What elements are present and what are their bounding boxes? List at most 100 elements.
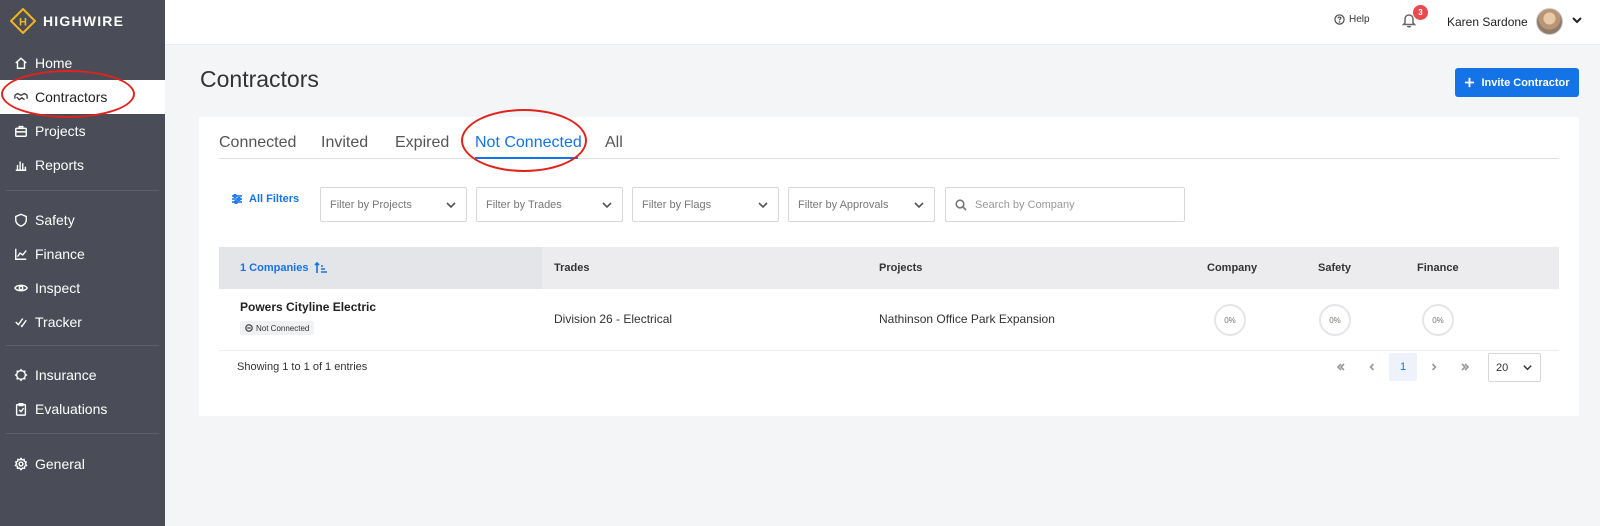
table-row: Powers Cityline Electric Not Connected D… <box>219 289 1559 351</box>
highwire-logo-icon: H <box>10 8 36 34</box>
sidebar-item-label: Reports <box>35 157 85 173</box>
umbrella-icon <box>14 368 28 382</box>
first-page-button[interactable] <box>1327 353 1355 381</box>
notifications-button[interactable]: 3 <box>1401 5 1428 32</box>
chevron-left-icon <box>1369 363 1375 371</box>
tab-connected[interactable]: Connected <box>219 134 296 152</box>
page-size-select[interactable]: 20 <box>1488 353 1541 382</box>
filter-trades-select[interactable]: Filter by Trades <box>476 187 623 222</box>
chevron-down-icon <box>914 201 924 208</box>
safety-score: 0% <box>1319 304 1351 336</box>
sidebar-item-label: Inspect <box>35 280 81 296</box>
projects-column-header[interactable]: Projects <box>879 262 922 274</box>
status-badge-label: Not Connected <box>256 323 310 333</box>
showing-entries-text: Showing 1 to 1 of 1 entries <box>237 361 368 373</box>
chevrons-left-icon <box>1336 363 1345 371</box>
chevron-down-icon <box>1523 365 1532 371</box>
chevron-right-icon <box>1431 363 1437 371</box>
safety-column-header[interactable]: Safety <box>1318 262 1351 274</box>
tab-invited[interactable]: Invited <box>321 134 368 152</box>
finance-column-header[interactable]: Finance <box>1417 262 1459 274</box>
all-filters-label: All Filters <box>249 193 300 205</box>
sidebar-item-inspect[interactable]: Inspect <box>0 271 165 305</box>
tab-expired[interactable]: Expired <box>395 134 449 152</box>
trades-cell: Division 26 - Electrical <box>554 312 673 326</box>
companies-sort-header[interactable]: 1 Companies <box>240 262 328 274</box>
user-menu[interactable]: Karen Sardone <box>1447 8 1583 35</box>
sidebar-item-reports[interactable]: Reports <box>0 148 165 182</box>
search-icon <box>955 198 967 211</box>
user-name: Karen Sardone <box>1447 14 1528 29</box>
finance-score: 0% <box>1422 304 1454 336</box>
plus-icon <box>1465 77 1475 88</box>
brand-logo[interactable]: H HIGHWIRE <box>10 8 124 34</box>
trades-column-header[interactable]: Trades <box>554 262 589 274</box>
chevron-down-icon <box>758 201 768 208</box>
sidebar-item-projects[interactable]: Projects <box>0 114 165 148</box>
sidebar-item-home[interactable]: Home <box>0 46 165 80</box>
briefcase-icon <box>14 124 28 138</box>
eye-icon <box>14 281 28 295</box>
previous-page-button[interactable] <box>1358 353 1386 381</box>
sidebar-item-tracker[interactable]: Tracker <box>0 305 165 339</box>
gear-icon <box>14 457 28 471</box>
sidebar-item-safety[interactable]: Safety <box>0 203 165 237</box>
company-score: 0% <box>1214 304 1246 336</box>
company-search-input[interactable] <box>975 198 1175 211</box>
sidebar-item-label: Finance <box>35 246 85 262</box>
filter-approvals-select[interactable]: Filter by Approvals <box>788 187 935 222</box>
chevron-down-icon <box>446 201 456 208</box>
sidebar-item-label: Insurance <box>35 367 97 383</box>
filter-projects-select[interactable]: Filter by Projects <box>320 187 467 222</box>
tab-not-connected[interactable]: Not Connected <box>475 134 582 152</box>
shield-icon <box>14 213 28 227</box>
company-name-link[interactable]: Powers Cityline Electric <box>240 300 376 314</box>
sidebar-item-label: Home <box>35 55 73 71</box>
table-header: 1 Companies Trades Projects Company Safe… <box>219 247 1559 289</box>
sidebar-divider <box>6 345 159 346</box>
companies-column-label: 1 Companies <box>240 262 309 274</box>
minus-circle-icon <box>245 324 253 332</box>
company-column-header[interactable]: Company <box>1207 262 1257 274</box>
filter-approvals-label: Filter by Approvals <box>798 198 889 211</box>
line-chart-icon <box>14 247 28 261</box>
sidebar-item-general[interactable]: General <box>0 447 165 481</box>
projects-cell: Nathinson Office Park Expansion <box>879 312 1055 326</box>
all-filters-button[interactable]: All Filters <box>231 193 299 205</box>
next-page-button[interactable] <box>1420 353 1448 381</box>
top-bar <box>165 0 1600 45</box>
chevron-down-icon <box>602 201 612 208</box>
help-icon <box>1334 14 1345 25</box>
invite-contractor-button[interactable]: Invite Contractor <box>1455 68 1579 97</box>
notification-badge: 3 <box>1413 5 1428 20</box>
help-label: Help <box>1349 14 1370 25</box>
page-number-button[interactable]: 1 <box>1389 353 1417 381</box>
home-icon <box>14 56 28 70</box>
help-link[interactable]: Help <box>1334 14 1370 25</box>
clipboard-icon <box>14 402 28 416</box>
sidebar-item-label: Evaluations <box>35 401 108 417</box>
sort-ascending-icon <box>314 262 328 273</box>
sidebar-item-label: General <box>35 456 85 472</box>
bar-chart-icon <box>14 158 28 172</box>
sidebar-item-label: Safety <box>35 212 75 228</box>
sidebar-item-label: Tracker <box>35 314 82 330</box>
brand-name: HIGHWIRE <box>43 13 125 29</box>
sidebar-item-contractors[interactable]: Contractors <box>0 80 165 114</box>
tab-bar: Connected Invited Expired Not Connected … <box>219 117 1559 159</box>
sidebar-item-evaluations[interactable]: Evaluations <box>0 392 165 426</box>
sidebar-item-finance[interactable]: Finance <box>0 237 165 271</box>
tab-all[interactable]: All <box>605 134 623 152</box>
invite-contractor-label: Invite Contractor <box>1481 76 1570 89</box>
chevron-down-icon <box>1571 13 1583 31</box>
avatar <box>1535 8 1563 35</box>
sidebar-item-insurance[interactable]: Insurance <box>0 358 165 392</box>
contractors-card: Connected Invited Expired Not Connected … <box>199 117 1579 416</box>
active-tab-indicator <box>475 157 578 159</box>
sliders-icon <box>232 193 242 205</box>
page-size-value: 20 <box>1496 361 1509 374</box>
chevrons-right-icon <box>1461 363 1470 371</box>
company-search <box>945 187 1185 222</box>
last-page-button[interactable] <box>1451 353 1479 381</box>
filter-flags-select[interactable]: Filter by Flags <box>632 187 779 222</box>
